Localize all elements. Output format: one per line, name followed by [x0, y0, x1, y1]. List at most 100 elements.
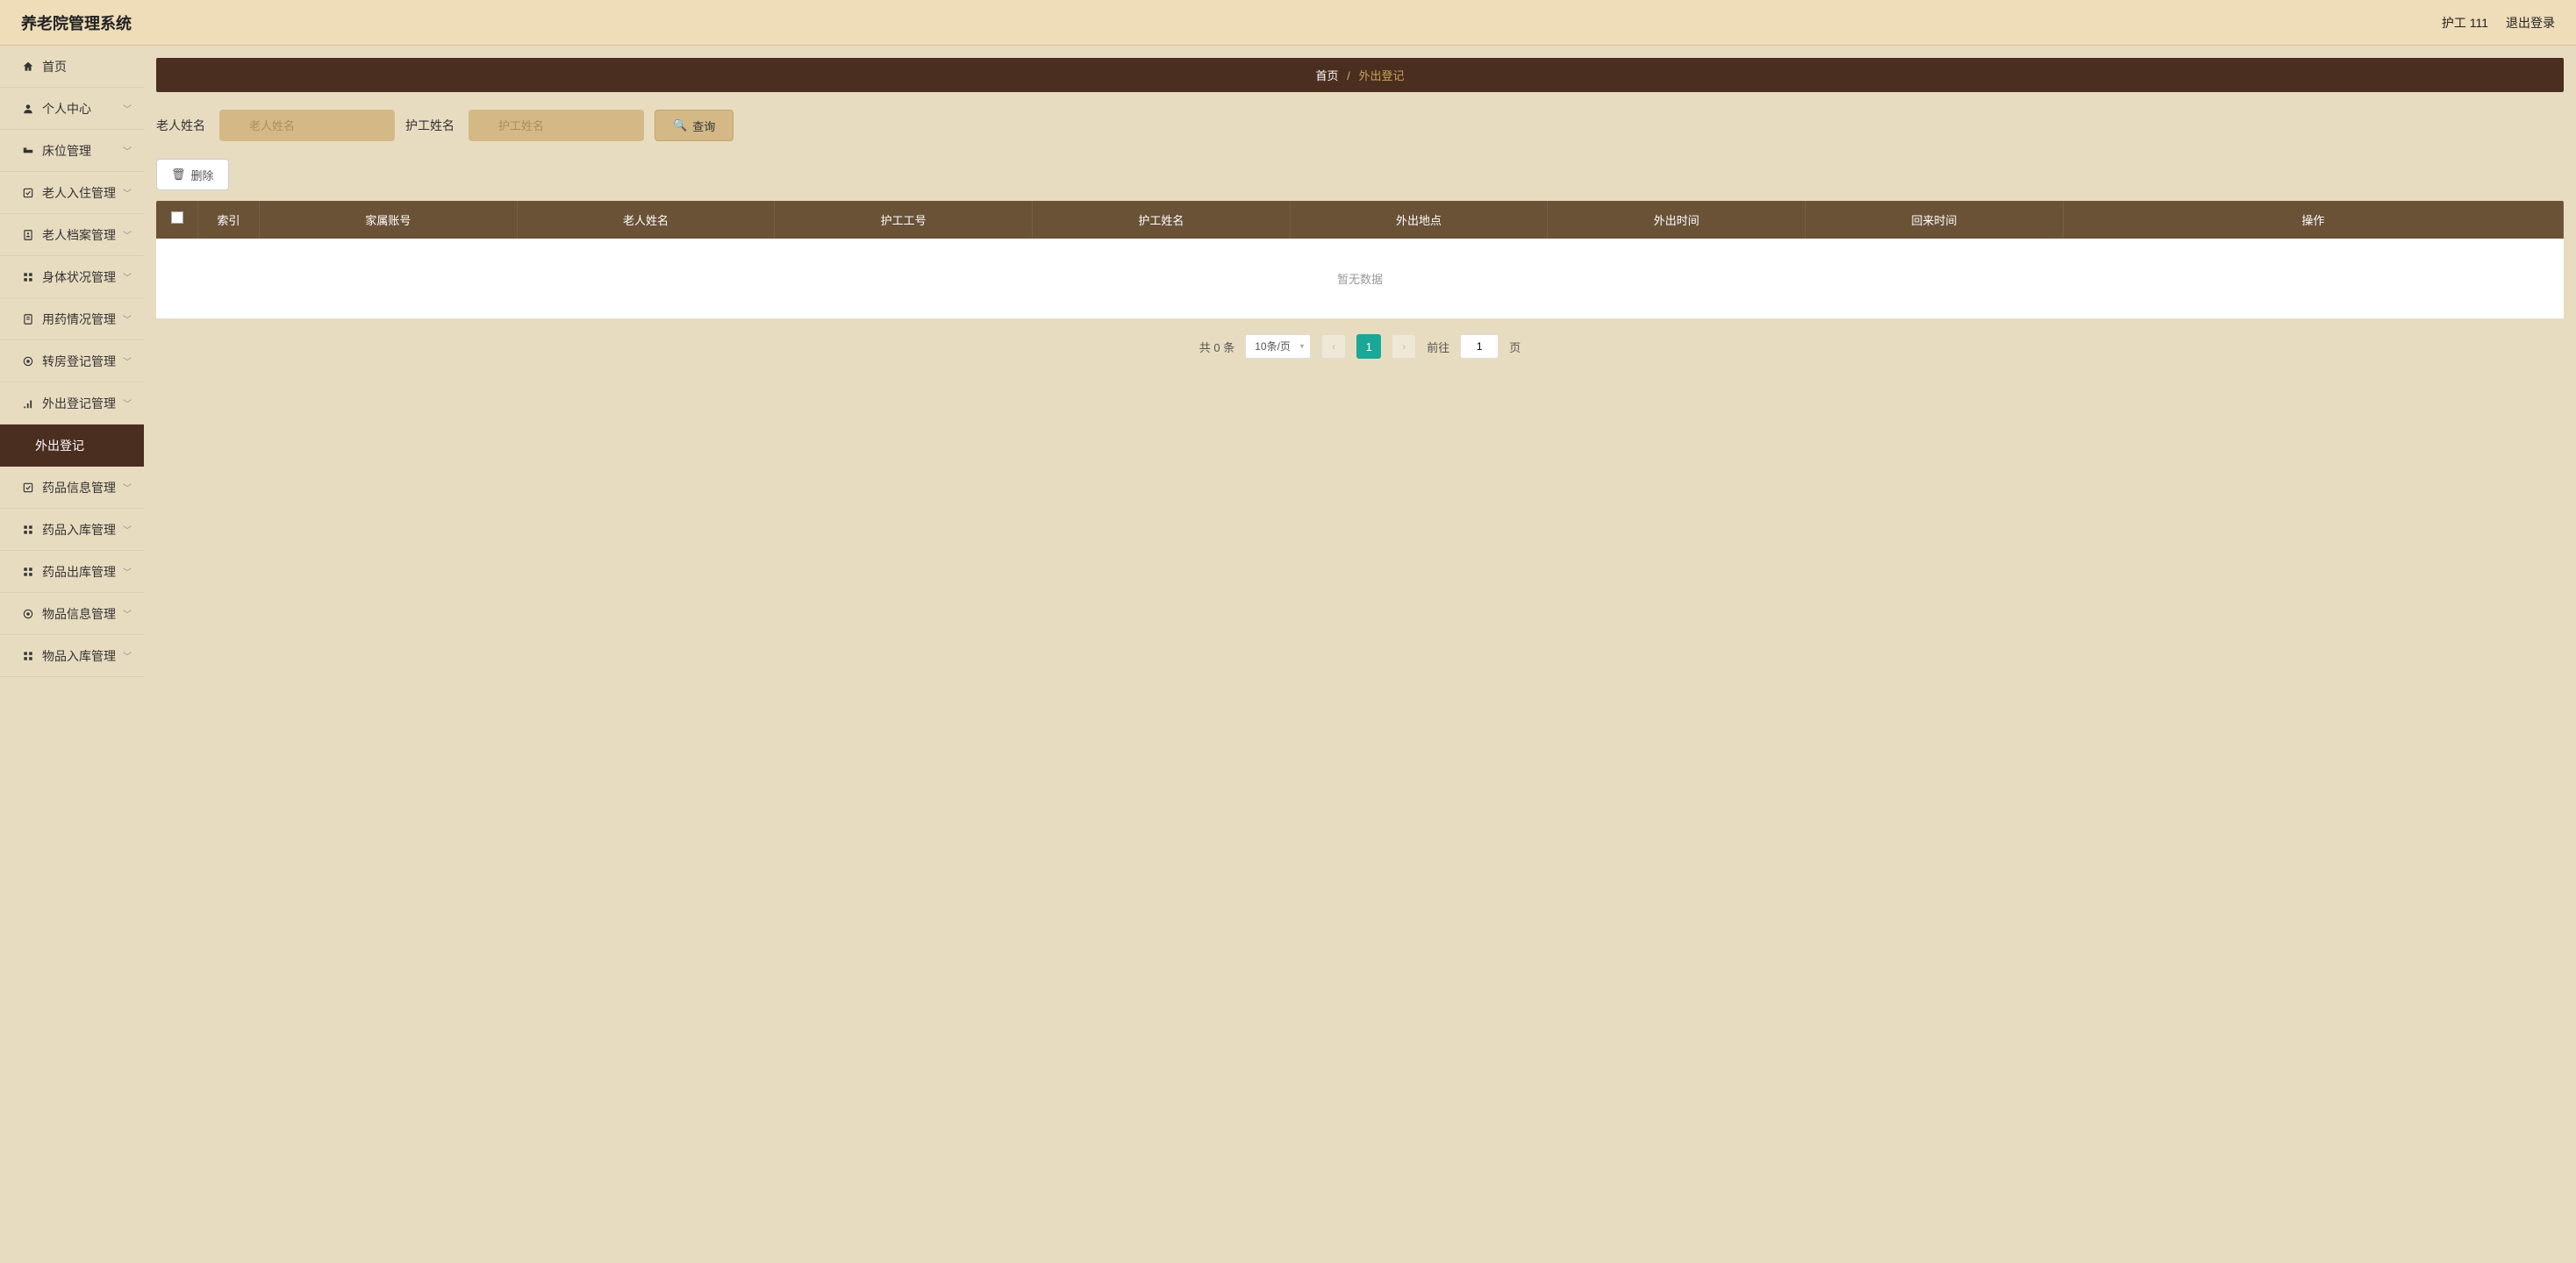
- goods-icon: [21, 607, 35, 621]
- logout-link[interactable]: 退出登录: [2506, 14, 2555, 32]
- caregiver-name-input[interactable]: [469, 110, 644, 141]
- query-button-label: 查询: [692, 118, 715, 134]
- sidebar-item-drugout[interactable]: 药品出库管理 ﹀: [0, 551, 144, 593]
- sidebar-item-druginfo[interactable]: 药品信息管理 ﹀: [0, 467, 144, 509]
- sidebar-item-goodsin[interactable]: 物品入库管理 ﹀: [0, 635, 144, 677]
- th-out-time: 外出时间: [1548, 201, 1806, 239]
- search-label-elder: 老人姓名: [156, 117, 205, 134]
- page-size-wrap: 10条/页: [1245, 334, 1311, 359]
- th-operation: 操作: [2064, 201, 2564, 239]
- header: 养老院管理系统 护工 111 退出登录: [0, 0, 2576, 46]
- sidebar: 首页 个人中心 ﹀ 床位管理 ﹀ 老人入住管理 ﹀ 老人档案管理 ﹀ 身体状况管…: [0, 46, 144, 1263]
- th-caregiver-id: 护工工号: [775, 201, 1033, 239]
- druginfo-icon: [21, 481, 35, 495]
- sidebar-item-checkin[interactable]: 老人入住管理 ﹀: [0, 172, 144, 214]
- chevron-down-icon: ﹀: [123, 144, 132, 157]
- chevron-down-icon: ﹀: [123, 565, 132, 578]
- breadcrumb: 首页 / 外出登记: [156, 58, 2564, 92]
- goodsin-icon: [21, 649, 35, 663]
- next-page-button[interactable]: ›: [1392, 334, 1416, 359]
- th-index: 索引: [198, 201, 260, 239]
- goto-suffix: 页: [1509, 339, 1521, 355]
- sidebar-item-label: 药品入库管理: [42, 521, 123, 539]
- sidebar-item-label: 物品入库管理: [42, 647, 123, 665]
- page-size-select[interactable]: 10条/页: [1245, 334, 1311, 359]
- query-button[interactable]: 🔍 查询: [655, 110, 733, 141]
- sidebar-item-out-mgmt[interactable]: 外出登记管理 ﹀: [0, 382, 144, 425]
- sidebar-item-label: 床位管理: [42, 142, 123, 160]
- sidebar-item-label: 药品出库管理: [42, 563, 123, 581]
- breadcrumb-current: 外出登记: [1358, 69, 1404, 82]
- data-table: 索引 家属账号 老人姓名 护工工号 护工姓名 外出地点 外出时间 回来时间 操作…: [156, 201, 2564, 318]
- sidebar-item-goods[interactable]: 物品信息管理 ﹀: [0, 593, 144, 635]
- sidebar-item-drugin[interactable]: 药品入库管理 ﹀: [0, 509, 144, 551]
- prev-page-button[interactable]: ‹: [1321, 334, 1346, 359]
- search-row: 老人姓名 🔍 护工姓名 🔍 🔍 查询: [156, 92, 2564, 145]
- checkin-icon: [21, 186, 35, 200]
- sidebar-item-health[interactable]: 身体状况管理 ﹀: [0, 256, 144, 298]
- sidebar-item-out-register[interactable]: 外出登记: [0, 425, 144, 467]
- user-label[interactable]: 护工 111: [2442, 14, 2488, 32]
- sidebar-item-home[interactable]: 首页: [0, 46, 144, 88]
- sidebar-item-medicine[interactable]: 用药情况管理 ﹀: [0, 298, 144, 340]
- page-number-current[interactable]: 1: [1356, 334, 1381, 359]
- trash-icon: 🗑: [171, 168, 186, 182]
- sidebar-item-bed[interactable]: 床位管理 ﹀: [0, 130, 144, 172]
- profile-icon: [21, 228, 35, 242]
- chevron-down-icon: ﹀: [123, 649, 132, 662]
- sidebar-item-room[interactable]: 转房登记管理 ﹀: [0, 340, 144, 382]
- th-back-time: 回来时间: [1806, 201, 2064, 239]
- chevron-down-icon: ﹀: [123, 607, 132, 620]
- sidebar-item-label: 物品信息管理: [42, 605, 123, 623]
- action-row: 🗑 删除: [156, 145, 2564, 201]
- sidebar-item-label: 老人入住管理: [42, 184, 123, 202]
- th-family-account: 家属账号: [260, 201, 518, 239]
- search-label-caregiver: 护工姓名: [405, 117, 454, 134]
- sidebar-item-label: 转房登记管理: [42, 353, 123, 370]
- drugout-icon: [21, 565, 35, 579]
- table-empty: 暂无数据: [156, 239, 2564, 318]
- medicine-icon: [21, 312, 35, 326]
- chevron-down-icon: ﹀: [123, 354, 132, 367]
- drugin-icon: [21, 523, 35, 537]
- home-icon: [21, 60, 35, 74]
- chevron-down-icon: ﹀: [123, 312, 132, 325]
- search-input-wrap: 🔍: [219, 110, 395, 141]
- select-all-checkbox[interactable]: [171, 211, 183, 224]
- th-checkbox: [156, 201, 198, 239]
- room-icon: [21, 354, 35, 368]
- user-icon: [21, 102, 35, 116]
- goto-prefix: 前往: [1427, 339, 1449, 355]
- delete-button[interactable]: 🗑 删除: [156, 159, 229, 190]
- sidebar-item-label: 药品信息管理: [42, 479, 123, 496]
- sidebar-item-profile[interactable]: 老人档案管理 ﹀: [0, 214, 144, 256]
- sidebar-item-personal[interactable]: 个人中心 ﹀: [0, 88, 144, 130]
- chevron-down-icon: ﹀: [123, 481, 132, 494]
- sidebar-item-label: 外出登记管理: [42, 395, 123, 412]
- search-icon: 🔍: [673, 118, 687, 132]
- pagination-total: 共 0 条: [1199, 339, 1234, 355]
- bed-icon: [21, 144, 35, 158]
- th-caregiver-name: 护工姓名: [1033, 201, 1291, 239]
- pagination: 共 0 条 10条/页 ‹ 1 › 前往 页: [156, 318, 2564, 375]
- elder-name-input[interactable]: [219, 110, 395, 141]
- breadcrumb-sep: /: [1347, 69, 1350, 82]
- chevron-down-icon: ﹀: [123, 396, 132, 410]
- main-content: 首页 / 外出登记 老人姓名 🔍 护工姓名 🔍 🔍 查询 🗑 删除: [144, 46, 2576, 1263]
- layout: 首页 个人中心 ﹀ 床位管理 ﹀ 老人入住管理 ﹀ 老人档案管理 ﹀ 身体状况管…: [0, 46, 2576, 1263]
- app-title: 养老院管理系统: [21, 11, 132, 34]
- goto-page-input[interactable]: [1460, 334, 1499, 359]
- sidebar-item-label: 外出登记: [35, 437, 132, 454]
- table-header: 索引 家属账号 老人姓名 护工工号 护工姓名 外出地点 外出时间 回来时间 操作: [156, 201, 2564, 239]
- th-elder-name: 老人姓名: [518, 201, 776, 239]
- chevron-down-icon: ﹀: [123, 228, 132, 241]
- search-input-wrap: 🔍: [469, 110, 644, 141]
- sidebar-item-label: 身体状况管理: [42, 268, 123, 286]
- header-right: 护工 111 退出登录: [2442, 14, 2555, 32]
- breadcrumb-home[interactable]: 首页: [1316, 69, 1339, 82]
- sidebar-item-label: 首页: [42, 58, 132, 75]
- health-icon: [21, 270, 35, 284]
- chevron-down-icon: ﹀: [123, 186, 132, 199]
- th-out-location: 外出地点: [1291, 201, 1549, 239]
- delete-button-label: 删除: [191, 167, 214, 183]
